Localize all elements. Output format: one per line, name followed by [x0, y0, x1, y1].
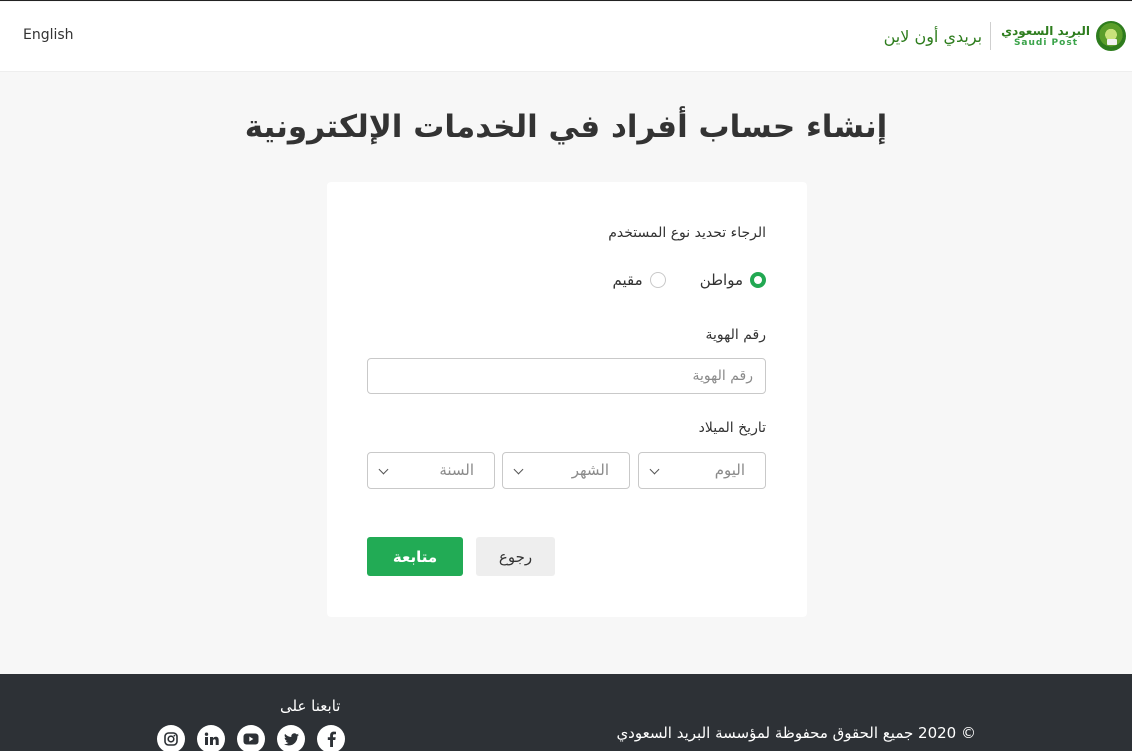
birth-month-value: الشهر — [571, 461, 609, 479]
id-number-label: رقم الهوية — [705, 327, 766, 343]
footer: تابعنا على © 2020 جميع الحقوق محفوظة لمؤ… — [0, 674, 1132, 751]
radio-citizen-label: مواطن — [699, 271, 743, 289]
user-type-radio-group: مواطن مقيم — [613, 271, 766, 289]
birth-year-value: السنة — [439, 461, 474, 479]
chevron-down-icon — [378, 464, 389, 475]
continue-button[interactable]: متابعة — [367, 537, 463, 576]
birth-year-select[interactable]: السنة — [367, 452, 495, 489]
radio-resident-label: مقيم — [612, 271, 643, 289]
youtube-icon[interactable] — [237, 725, 265, 751]
follow-us-label: تابعنا على — [280, 697, 341, 715]
radio-citizen[interactable]: مواطن — [700, 271, 766, 289]
birth-day-value: اليوم — [714, 461, 745, 479]
social-links — [157, 725, 357, 751]
brand-divider — [990, 22, 992, 50]
brand-logo-text: البريد السعودي Saudi Post — [1001, 24, 1090, 49]
radio-checked-icon[interactable] — [750, 272, 766, 288]
page-title: إنشاء حساب أفراد في الخدمات الإلكترونية — [244, 109, 888, 145]
facebook-icon[interactable] — [317, 725, 345, 751]
chevron-down-icon — [649, 464, 660, 475]
user-type-label: الرجاء تحديد نوع المستخدم — [608, 225, 766, 241]
brand[interactable]: البريد السعودي Saudi Post بريدي أون لاين — [884, 18, 1126, 54]
brand-arabic: البريد السعودي — [1001, 23, 1090, 38]
birth-date-label: تاريخ الميلاد — [698, 420, 766, 436]
copyright-text: © 2020 جميع الحقوق محفوظة لمؤسسة البريد … — [616, 724, 976, 742]
id-number-input[interactable] — [367, 358, 766, 394]
header: English البريد السعودي Saudi Post بريدي … — [0, 2, 1132, 72]
registration-form: الرجاء تحديد نوع المستخدم مواطن مقيم رقم… — [327, 182, 807, 617]
birth-day-select[interactable]: اليوم — [638, 452, 766, 489]
service-name: بريدي أون لاين — [883, 26, 983, 46]
back-button[interactable]: رجوع — [476, 537, 555, 576]
brand-english: Saudi Post — [1013, 37, 1078, 48]
chevron-down-icon — [513, 464, 524, 475]
linkedin-icon[interactable] — [197, 725, 225, 751]
saudi-post-emblem-icon — [1096, 21, 1126, 51]
instagram-icon[interactable] — [157, 725, 185, 751]
radio-resident[interactable]: مقيم — [613, 271, 666, 289]
twitter-icon[interactable] — [277, 725, 305, 751]
birth-month-select[interactable]: الشهر — [502, 452, 630, 489]
language-switch-link[interactable]: English — [23, 27, 74, 43]
radio-unchecked-icon[interactable] — [649, 272, 666, 288]
